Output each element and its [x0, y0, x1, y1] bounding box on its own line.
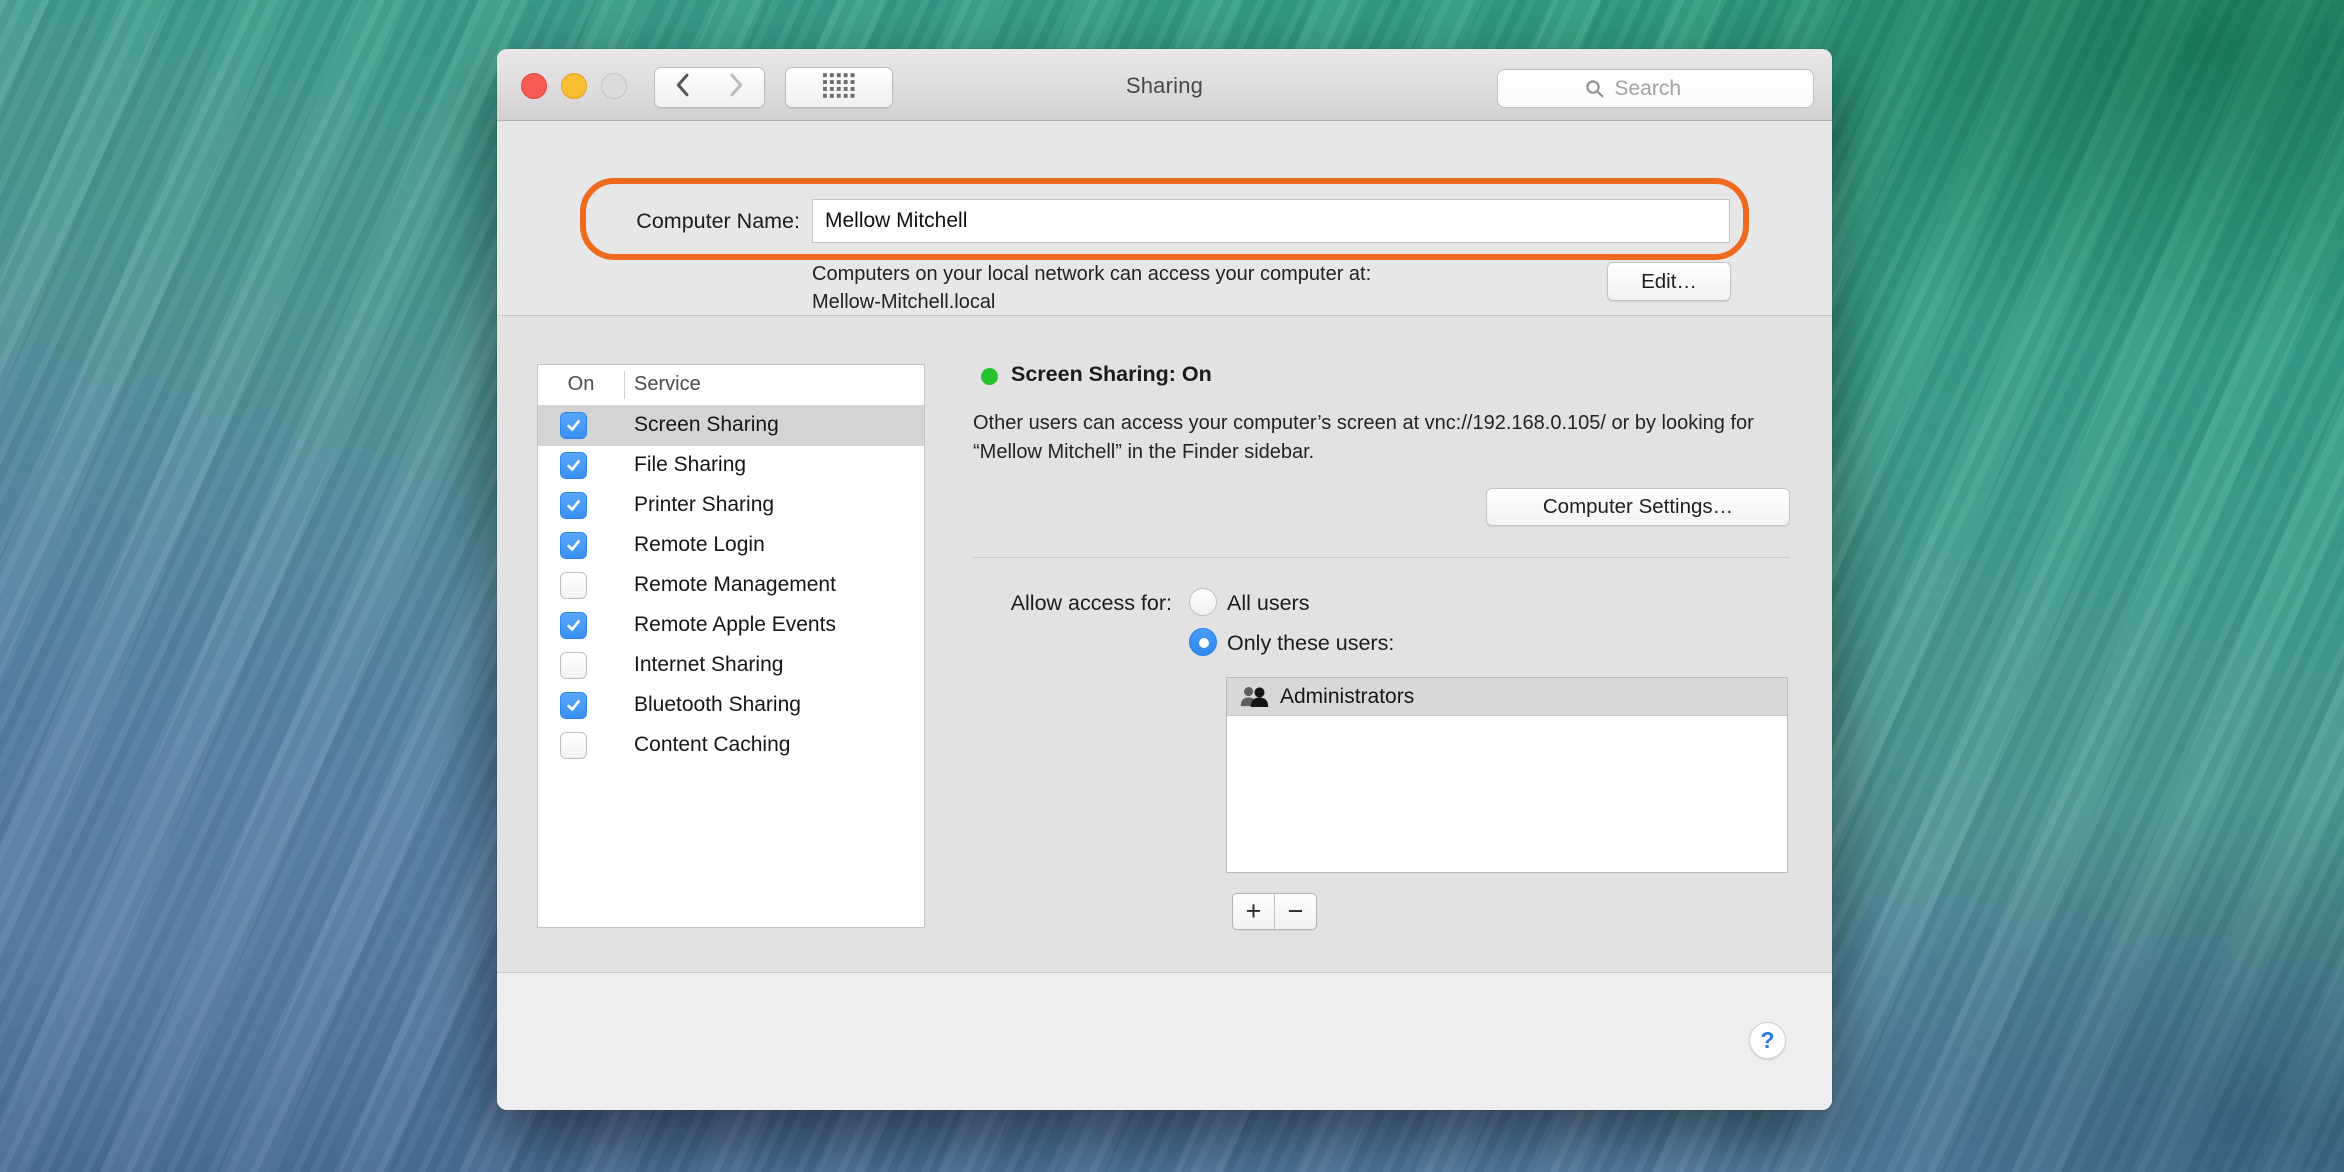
service-label: Remote Login [634, 533, 765, 556]
computer-settings-label: Computer Settings… [1542, 495, 1734, 518]
sharing-preferences-window: Sharing Computer Name: Computers on your… [497, 49, 1832, 1110]
radio-all-users-label[interactable]: All users [1227, 591, 1309, 616]
add-user-button[interactable]: + [1233, 894, 1275, 929]
radio-only-these-users[interactable] [1189, 628, 1217, 656]
status-green-dot [981, 368, 998, 385]
allowed-users-list[interactable]: Administrators [1226, 677, 1788, 873]
service-checkbox-checked[interactable] [560, 532, 587, 559]
allow-access-label: Allow access for: [1010, 591, 1172, 615]
search-icon [1585, 79, 1605, 99]
computer-settings-button[interactable]: Computer Settings… [1486, 488, 1790, 526]
services-table: On Service Screen Sharing File Sharing Pri… [537, 364, 925, 928]
service-row[interactable]: Content Caching [538, 726, 924, 766]
service-row[interactable]: Remote Apple Events [538, 606, 924, 646]
remove-user-button[interactable]: − [1275, 894, 1316, 929]
status-description: Other users can access your computer’s s… [973, 412, 1754, 463]
computer-name-input[interactable] [812, 199, 1730, 243]
service-checkbox-checked[interactable] [560, 492, 587, 519]
footer: ? [497, 972, 1832, 1110]
service-checkbox-checked[interactable] [560, 452, 587, 479]
user-row[interactable]: Administrators [1227, 678, 1787, 716]
service-checkbox-unchecked[interactable] [560, 652, 587, 679]
help-button[interactable]: ? [1749, 1022, 1786, 1059]
group-icon [1239, 685, 1270, 709]
service-row[interactable]: Bluetooth Sharing [538, 686, 924, 726]
service-checkbox-unchecked[interactable] [560, 732, 587, 759]
service-checkbox-unchecked[interactable] [560, 572, 587, 599]
service-label: Internet Sharing [634, 653, 784, 676]
question-mark-icon: ? [1760, 1027, 1775, 1053]
service-label: Bluetooth Sharing [634, 693, 801, 716]
local-hostname-text: Mellow-Mitchell.local [812, 291, 996, 313]
service-checkbox-checked[interactable] [560, 692, 587, 719]
search-input[interactable] [1612, 75, 1727, 102]
service-row[interactable]: Screen Sharing [538, 406, 924, 446]
service-label: Content Caching [634, 733, 791, 756]
edit-button[interactable]: Edit… [1607, 262, 1731, 301]
services-table-header: On Service [538, 365, 924, 406]
service-row[interactable]: Remote Management [538, 566, 924, 606]
service-checkbox-checked[interactable] [560, 412, 587, 439]
search-field[interactable] [1497, 69, 1814, 108]
user-name: Administrators [1280, 684, 1415, 708]
titlebar[interactable]: Sharing [497, 49, 1832, 121]
service-label: Screen Sharing [634, 413, 779, 436]
add-remove-control: + − [1232, 893, 1317, 930]
radio-only-these-users-label[interactable]: Only these users: [1227, 631, 1394, 656]
edit-button-label: Edit… [1641, 269, 1697, 293]
column-header-service: Service [634, 373, 701, 395]
service-row[interactable]: Remote Login [538, 526, 924, 566]
local-network-text: Computers on your local network can acce… [812, 263, 1372, 285]
detail-divider [973, 557, 1790, 558]
column-divider [624, 371, 625, 399]
main-section: On Service Screen Sharing File Sharing Pri… [497, 315, 1832, 973]
service-list-body: Screen Sharing File Sharing Printer Sharin… [538, 406, 924, 766]
service-label: File Sharing [634, 453, 747, 476]
status-title: Screen Sharing: On [1011, 362, 1212, 386]
column-header-on: On [567, 373, 595, 395]
service-row[interactable]: Internet Sharing [538, 646, 924, 686]
computer-name-description: Computers on your local network can acce… [812, 260, 1512, 316]
computer-name-label: Computer Name: [636, 209, 800, 233]
desktop-wallpaper: Sharing Computer Name: Computers on your… [0, 0, 2344, 1172]
radio-all-users[interactable] [1189, 588, 1217, 616]
service-label: Remote Apple Events [634, 613, 836, 636]
service-label: Printer Sharing [634, 493, 775, 516]
service-checkbox-checked[interactable] [560, 612, 587, 639]
computer-name-section: Computer Name: Computers on your local n… [497, 121, 1832, 315]
service-row[interactable]: File Sharing [538, 446, 924, 486]
service-label: Remote Management [634, 573, 836, 596]
service-row[interactable]: Printer Sharing [538, 486, 924, 526]
